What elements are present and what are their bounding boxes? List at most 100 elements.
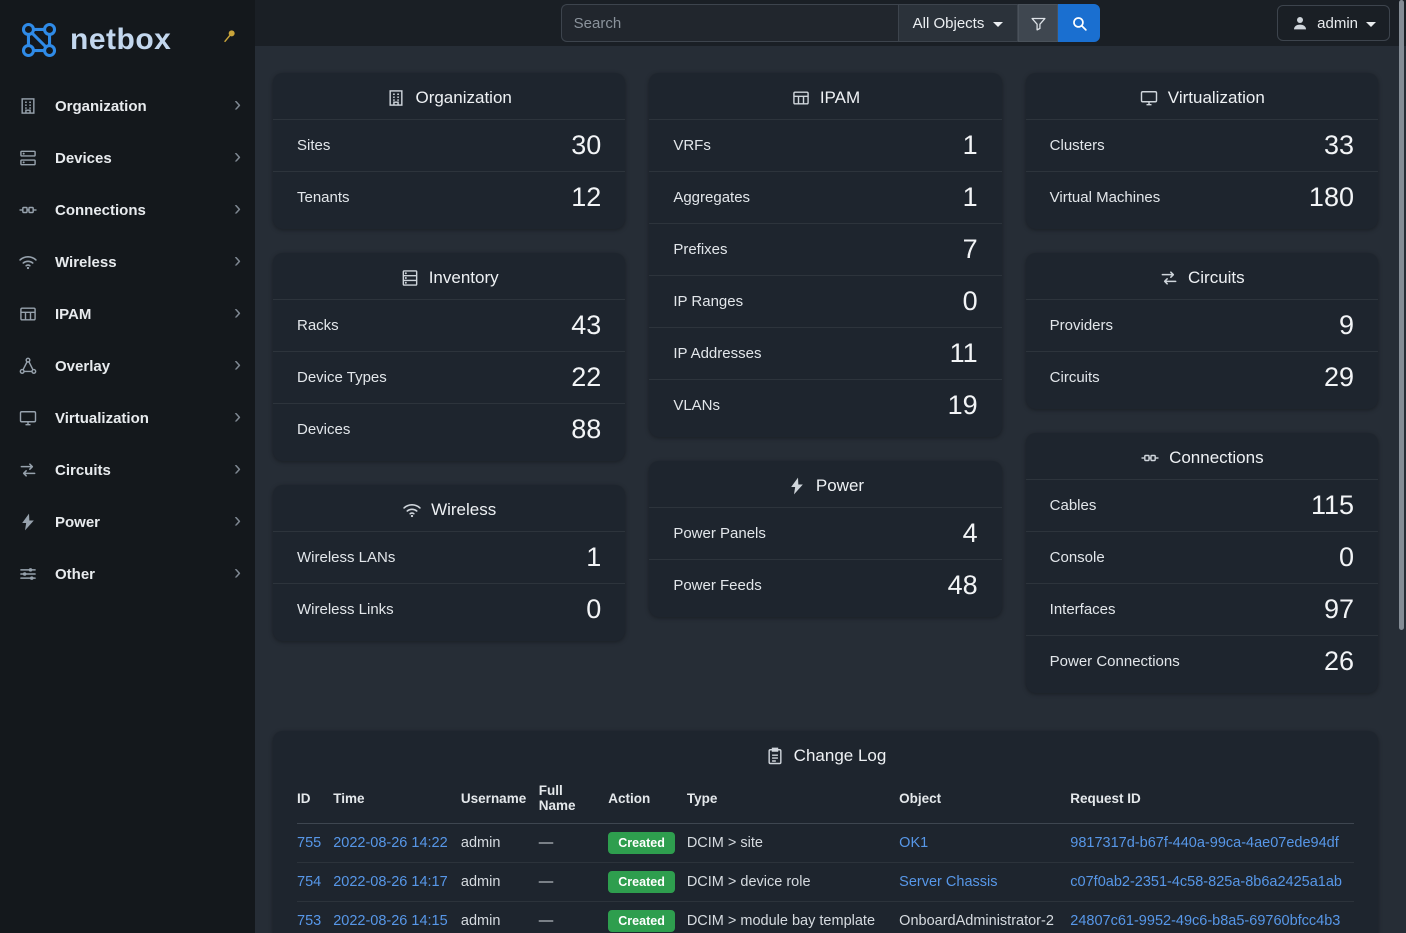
stat-label: Aggregates [673,189,750,206]
stat-row-circuits[interactable]: Circuits 29 [1026,351,1378,403]
changelog-object-link[interactable]: Server Chassis [899,874,997,890]
stat-row-racks[interactable]: Racks 43 [273,299,625,351]
changelog-time-link[interactable]: 2022-08-26 14:22 [333,835,448,851]
stat-label: Wireless Links [297,601,394,618]
stat-value: 30 [571,130,601,161]
pin-sidebar-icon[interactable] [221,28,239,46]
sidebar-item-devices[interactable]: Devices › [0,132,255,184]
object-type-select[interactable]: All Objects [898,4,1019,42]
stat-row-cables[interactable]: Cables 115 [1026,479,1378,531]
card-title: Wireless [273,485,625,531]
stat-row-vlans[interactable]: VLANs 19 [649,379,1001,431]
changelog-time-link[interactable]: 2022-08-26 14:17 [333,874,448,890]
changelog-username: admin [461,863,539,902]
sidebar-item-wireless[interactable]: Wireless › [0,236,255,288]
sidebar-item-other[interactable]: Other › [0,548,255,600]
search-input[interactable] [561,4,898,42]
sidebar-item-overlay[interactable]: Overlay › [0,340,255,392]
topbar: All Objects admin [255,0,1406,46]
stat-label: Devices [297,421,350,438]
changelog-request-link[interactable]: c07f0ab2-2351-4c58-825a-8b6a2425a1ab [1070,874,1342,890]
sidebar-item-connections[interactable]: Connections › [0,184,255,236]
stat-row-devices[interactable]: Devices 88 [273,403,625,455]
table-grid-icon [18,303,40,325]
column-3: Virtualization Clusters 33 Virtual Machi… [1026,73,1378,693]
caret-down-icon [993,22,1003,27]
stat-row-device-types[interactable]: Device Types 22 [273,351,625,403]
stat-row-wireless-lans[interactable]: Wireless LANs 1 [273,531,625,583]
search-button[interactable] [1058,4,1100,42]
card-title: Connections [1026,433,1378,479]
changelog-time-link[interactable]: 2022-08-26 14:15 [333,913,448,929]
sidebar-item-organization[interactable]: Organization › [0,80,255,132]
list-icon [400,268,420,288]
stat-row-clusters[interactable]: Clusters 33 [1026,119,1378,171]
card-title: Power [649,461,1001,507]
stat-label: Power Connections [1050,653,1180,670]
person-icon [1291,14,1309,32]
stat-label: Racks [297,317,339,334]
stat-label: IP Addresses [673,345,761,362]
chevron-right-icon: › [234,250,241,274]
stat-row-sites[interactable]: Sites 30 [273,119,625,171]
search-icon [1071,15,1088,32]
stat-row-power-feeds[interactable]: Power Feeds 48 [649,559,1001,611]
column-2: IPAM VRFs 1 Aggregates 1 Prefixes 7 [649,73,1001,617]
stat-row-power-connections[interactable]: Power Connections 26 [1026,635,1378,687]
stat-row-tenants[interactable]: Tenants 12 [273,171,625,223]
netbox-logo-icon[interactable] [16,17,62,63]
scrollbar-thumb[interactable] [1399,0,1404,630]
changelog-fullname: — [539,824,609,863]
stat-value: 88 [571,414,601,445]
transfer-arrows-icon [18,459,40,481]
sidebar-item-label: Overlay [55,358,234,375]
stat-value: 26 [1324,646,1354,677]
stat-value: 1 [963,130,978,161]
sidebar-item-virtualization[interactable]: Virtualization › [0,392,255,444]
col-header-id: ID [297,777,333,824]
transfer-arrows-icon [1159,268,1179,288]
changelog-object-link[interactable]: OK1 [899,835,928,851]
changelog-type: DCIM > module bay template [687,902,899,933]
stat-row-vrfs[interactable]: VRFs 1 [649,119,1001,171]
stat-row-aggregates[interactable]: Aggregates 1 [649,171,1001,223]
changelog-id-link[interactable]: 754 [297,874,321,890]
changelog-request-link[interactable]: 24807c61-9952-49c6-b8a5-69760bfcc4b3 [1070,913,1340,929]
changelog-username: admin [461,824,539,863]
chevron-right-icon: › [234,198,241,222]
card-title: Circuits [1026,253,1378,299]
sidebar-item-power[interactable]: Power › [0,496,255,548]
card-inventory: Inventory Racks 43 Device Types 22 Devic… [273,253,625,461]
stat-value: 11 [950,338,978,369]
filter-button[interactable] [1018,4,1058,42]
brand-name[interactable]: netbox [70,23,171,57]
stat-label: Prefixes [673,241,727,258]
chevron-right-icon: › [234,302,241,326]
changelog-table: ID Time Username Full Name Action Type O… [273,777,1378,933]
caret-down-icon [1366,22,1376,27]
stat-value: 43 [571,310,601,341]
sidebar-item-circuits[interactable]: Circuits › [0,444,255,496]
scrollbar[interactable] [1397,0,1406,933]
stat-row-power-panels[interactable]: Power Panels 4 [649,507,1001,559]
sidebar-item-ipam[interactable]: IPAM › [0,288,255,340]
changelog-request-link[interactable]: 9817317d-b67f-440a-99ca-4ae07ede94df [1070,835,1338,851]
stat-row-providers[interactable]: Providers 9 [1026,299,1378,351]
stat-value: 1 [586,542,601,573]
stat-row-interfaces[interactable]: Interfaces 97 [1026,583,1378,635]
stat-row-wireless-links[interactable]: Wireless Links 0 [273,583,625,635]
stat-row-ip-addresses[interactable]: IP Addresses 11 [649,327,1001,379]
changelog-id-link[interactable]: 755 [297,835,321,851]
card-connections: Connections Cables 115 Console 0 Interfa… [1026,433,1378,693]
changelog-id-link[interactable]: 753 [297,913,321,929]
user-menu-button[interactable]: admin [1277,5,1390,41]
stat-row-prefixes[interactable]: Prefixes 7 [649,223,1001,275]
card-circuits: Circuits Providers 9 Circuits 29 [1026,253,1378,409]
stat-row-console[interactable]: Console 0 [1026,531,1378,583]
changelog-fullname: — [539,902,609,933]
changelog-header-row: ID Time Username Full Name Action Type O… [297,777,1354,824]
stat-row-ip-ranges[interactable]: IP Ranges 0 [649,275,1001,327]
col-header-object: Object [899,777,1070,824]
stat-row-virtual-machines[interactable]: Virtual Machines 180 [1026,171,1378,223]
changelog-row: 753 2022-08-26 14:15 admin — Created DCI… [297,902,1354,933]
